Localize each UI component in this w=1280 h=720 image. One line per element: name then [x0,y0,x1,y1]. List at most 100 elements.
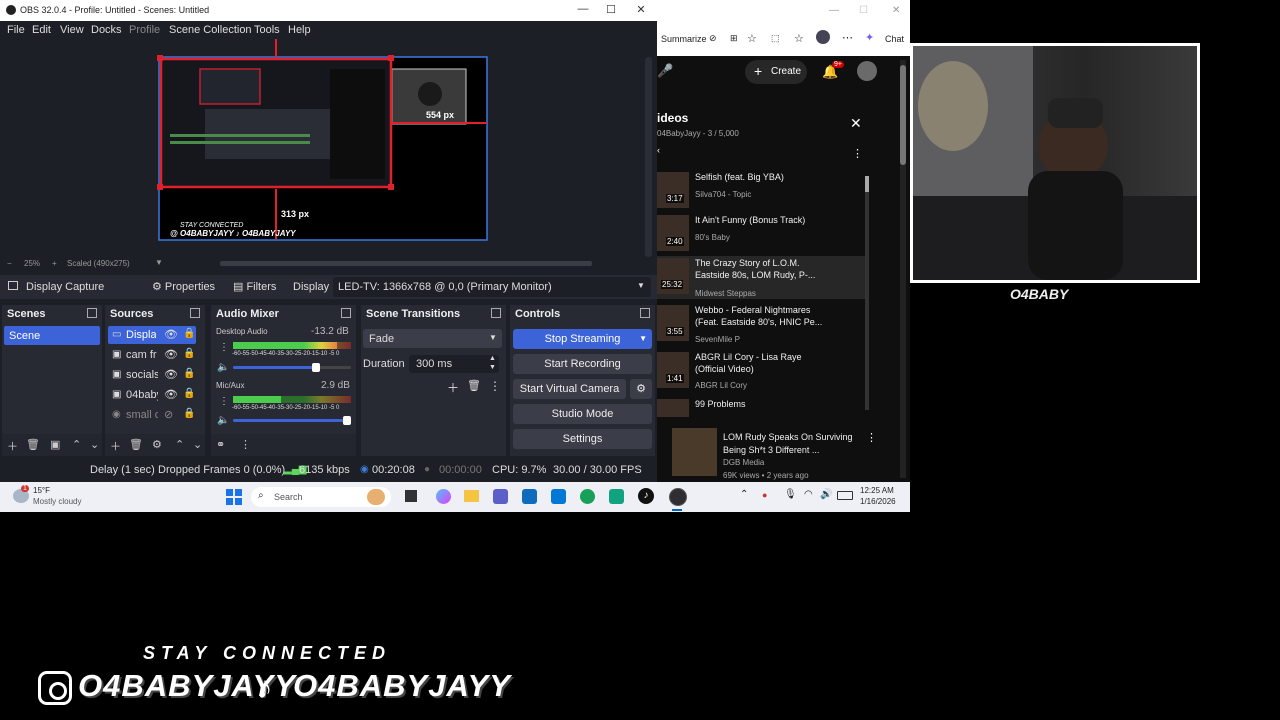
preview-area[interactable]: STAY CONNECTED @ O4BABYJAYY ♪ O4BABYJAYY… [0,39,644,257]
tool-icon[interactable]: ⊘ [709,33,717,44]
undock-icon[interactable] [341,308,351,318]
preview-scrollbar[interactable] [645,57,652,257]
studio-mode-button[interactable]: Studio Mode [513,404,652,424]
summarize-button[interactable]: Summarize [661,34,707,44]
remove-scene-icon[interactable]: 🗑 [26,438,40,451]
kebab-menu-icon[interactable]: ⋮ [489,379,501,393]
page-scrollbar[interactable] [900,60,906,478]
link-icon[interactable]: ⚭ [216,438,225,451]
search-input[interactable]: ⌕ Search [251,487,391,507]
volume-slider[interactable] [233,416,351,425]
create-button[interactable]: + Create [745,60,807,84]
maximize-icon[interactable]: ☐ [859,5,868,16]
playlist-item-active[interactable]: 25:32 The Crazy Story of L.O.M. Eastside… [657,256,867,299]
obs-app-icon[interactable] [669,488,687,506]
wifi-icon[interactable]: ◠ [804,489,813,500]
task-view-icon[interactable] [405,490,417,502]
move-up-icon[interactable]: ⌃ [72,438,81,451]
minimize-icon[interactable]: — [575,3,591,17]
lock-icon[interactable]: ⬚ [771,33,780,44]
microphone-icon[interactable]: 🎙 [784,489,797,500]
maximize-icon[interactable]: ☐ [603,3,619,17]
start-recording-button[interactable]: Start Recording [513,354,652,374]
source-item-04baby[interactable]: ▣ 04baby 👁 🔒 [108,386,196,404]
app-icon[interactable] [609,489,624,504]
undock-icon[interactable] [640,308,650,318]
teams-icon[interactable] [493,489,508,504]
filters-button[interactable]: ▤ Filters [233,280,276,293]
microphone-icon[interactable]: 🎤 [657,63,673,79]
chevron-left-icon[interactable]: ‹ [657,145,660,155]
source-item-small[interactable]: ◉ small c ⊘ 🔒 [108,406,196,424]
playlist-item[interactable]: 1:41 ABGR Lil Cory - Lisa Raye (Official… [657,350,867,393]
edge-icon[interactable] [580,489,595,504]
add-source-icon[interactable]: ＋ [110,438,121,454]
filter-icon[interactable]: ▣ [50,438,60,451]
zoom-in-button[interactable]: + [52,259,57,268]
undock-icon[interactable] [87,308,97,318]
recommended-video[interactable]: LOM Rudy Speaks On Surviving Being Sh*t … [672,428,887,480]
zoom-out-button[interactable]: − [7,259,12,268]
kebab-menu-icon[interactable]: ⋮ [852,147,863,160]
virtual-camera-settings-button[interactable]: ⚙ [630,379,652,399]
playlist-item[interactable]: 99 Problems [657,397,867,417]
favorite-star-icon[interactable]: ☆ [747,32,757,45]
copilot-icon[interactable]: ✦ [865,31,874,44]
close-icon[interactable]: ✕ [633,3,649,17]
undock-icon[interactable] [190,308,200,318]
duration-input[interactable]: 300 ms ▲ ▼ [409,355,499,373]
source-item-socials[interactable]: ▣ socials 👁 🔒 [108,366,196,384]
close-icon[interactable]: ✕ [892,5,900,16]
lock-icon[interactable]: 🔒 [183,328,195,339]
eye-icon[interactable]: 👁 [164,348,178,361]
chevron-down-icon[interactable]: ▼ [639,329,647,349]
eye-icon[interactable]: 👁 [164,388,178,401]
store-icon[interactable] [551,489,566,504]
favorites-icon[interactable]: ☆ [794,32,804,45]
playlist-scrollbar[interactable] [865,176,869,410]
undock-icon[interactable] [491,308,501,318]
tiktok-icon[interactable]: ♪ [638,488,654,504]
menu-scene-collection[interactable]: Scene Collection [169,24,252,36]
add-scene-icon[interactable]: ＋ [7,438,18,454]
display-select[interactable]: LED-TV: 1366x768 @ 0,0 (Primary Monitor)… [333,277,651,297]
kebab-menu-icon[interactable]: ⋮ [866,431,877,444]
playlist-item[interactable]: 3:55 Webbo - Federal Nightmares (Feat. E… [657,303,867,346]
clock-time[interactable]: 12:25 AM [860,486,894,495]
menu-help[interactable]: Help [288,24,311,36]
move-down-icon[interactable]: ⌄ [193,438,202,451]
more-icon[interactable]: ⋯ [842,31,853,44]
app-icon[interactable] [522,489,537,504]
tray-icon[interactable]: ● [762,490,767,500]
lock-icon[interactable]: 🔒 [183,388,195,399]
menu-profile[interactable]: Profile [129,24,160,36]
eye-icon[interactable]: 👁 [164,328,178,341]
volume-slider-knob[interactable] [312,363,321,372]
spin-up-icon[interactable]: ▲ [489,355,496,362]
avatar[interactable] [857,61,877,81]
menu-file[interactable]: File [7,24,25,36]
playlist-item[interactable]: 2:40 It Ain't Funny (Bonus Track) 80's B… [657,213,867,256]
menu-view[interactable]: View [60,24,84,36]
playlist-item[interactable]: 3:17 Selfish (feat. Big YBA) Silva704 - … [657,170,867,213]
eye-icon[interactable]: 👁 [164,368,178,381]
profile-avatar[interactable] [816,30,830,44]
spin-down-icon[interactable]: ▼ [489,364,496,371]
source-item-cam[interactable]: ▣ cam fr 👁 🔒 [108,346,196,364]
settings-button[interactable]: Settings [513,429,652,449]
zoom-dropdown-icon[interactable]: ▼ [155,258,163,267]
lock-icon[interactable]: 🔒 [183,368,195,379]
eye-hidden-icon[interactable]: ⊘ [164,408,173,421]
lock-icon[interactable]: 🔒 [183,408,195,419]
clock-date[interactable]: 1/16/2026 [860,497,896,506]
kebab-menu-icon[interactable]: ⋮ [219,342,229,353]
transition-select[interactable]: Fade ▼ [363,329,502,348]
minimize-icon[interactable]: — [829,5,839,16]
speaker-icon[interactable]: 🔈 [217,362,229,373]
add-transition-icon[interactable]: ＋ [447,379,459,396]
menu-edit[interactable]: Edit [32,24,51,36]
move-down-icon[interactable]: ⌄ [90,438,99,451]
lock-icon[interactable]: 🔒 [183,348,195,359]
horizontal-scrollbar[interactable] [220,261,592,266]
start-virtual-camera-button[interactable]: Start Virtual Camera [513,379,626,399]
